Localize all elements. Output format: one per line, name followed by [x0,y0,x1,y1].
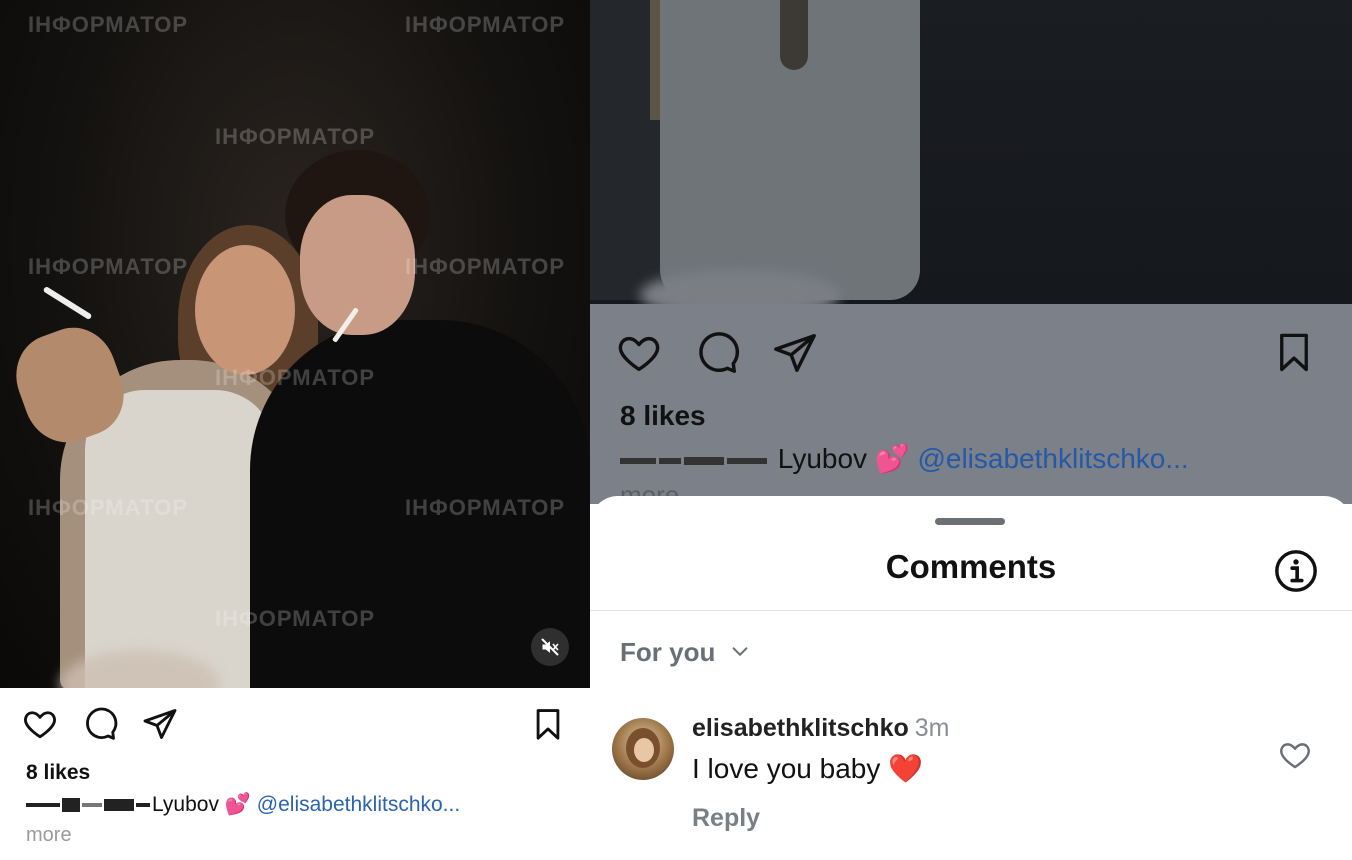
photo-figure [42,285,93,321]
share-button[interactable] [772,330,818,376]
watermark: ІНФОРМАТОР [405,254,566,279]
redacted-username [26,803,60,808]
comment-button[interactable] [82,706,118,742]
mute-button[interactable] [531,628,569,666]
heart-icon [24,711,56,739]
share-button[interactable] [142,706,178,742]
sort-label: For you [620,636,716,667]
save-button[interactable] [530,706,566,742]
caption-emoji: 💕 [224,793,251,816]
photo-figure [195,245,295,375]
comment-item: elisabethklitschko 3m I love you baby ❤️ … [612,714,1332,844]
photo-figure [780,0,808,70]
caption-mention-link[interactable]: @elisabethklitschko... [917,443,1188,474]
post-action-bar [616,330,1326,374]
comment-emoji: ❤️ [888,753,923,784]
paper-plane-icon [774,334,816,372]
avatar-figure [634,738,654,762]
caption-emoji: 💕 [874,443,910,474]
comment-timestamp: 3m [914,714,950,742]
post-photo [590,0,1352,304]
left-post-screenshot: ІНФОРМАТОР ІНФОРМАТОР ІНФОРМАТОР ІНФОРМА… [0,0,590,860]
watermark: ІНФОРМАТОР [215,124,376,149]
comment-body: I love you baby ❤️ [692,752,923,785]
comment-header: elisabethklitschko 3m [692,714,949,743]
redacted-username [62,798,80,813]
sort-dropdown[interactable]: For you [620,635,751,669]
caption-name: Lyubov [152,793,219,816]
comment-button[interactable] [694,330,740,376]
heart-icon [618,336,660,372]
bookmark-icon [536,709,560,740]
paper-plane-icon [143,709,177,739]
redacted-username [659,457,681,464]
like-button[interactable] [616,330,662,376]
like-button[interactable] [22,706,58,742]
watermark: ІНФОРМАТОР [405,12,566,37]
comment-username[interactable]: elisabethklitschko [692,714,909,742]
info-button[interactable] [1273,548,1319,594]
comment-bubble-icon [86,707,118,740]
speaker-muted-icon [541,638,559,656]
likes-count[interactable]: 8 likes [620,400,706,432]
watermark: ІНФОРМАТОР [215,606,376,631]
post-caption: Lyubov 💕 @elisabethklitschko... [620,442,1189,475]
avatar[interactable] [612,718,674,780]
watermark: ІНФОРМАТОР [215,365,376,390]
chevron-down-icon [732,647,748,656]
redacted-username [684,456,724,465]
redacted-username [620,457,656,464]
watermark: ІНФОРМАТОР [28,254,189,279]
redacted-username [727,457,767,464]
heart-icon [1280,743,1310,769]
divider [590,610,1352,611]
comment-like-button[interactable] [1278,738,1314,774]
right-comments-screenshot: 8 likes Lyubov 💕 @elisabethklitschko... … [590,0,1352,860]
reply-button[interactable]: Reply [692,804,760,833]
caption-more-link[interactable]: more [26,824,72,847]
comments-sheet: Comments For you elisabethklitschko 3m I … [590,496,1352,860]
redacted-username [136,803,150,808]
sheet-title: Comments [885,548,1057,585]
watermark: ІНФОРМАТОР [28,495,189,520]
comment-text: I love you baby [692,753,881,784]
info-icon [1275,550,1317,592]
sheet-drag-handle[interactable] [935,518,1005,525]
save-button[interactable] [1272,330,1316,374]
bookmark-icon [1280,333,1308,372]
caption-name: Lyubov [777,443,868,474]
post-photo[interactable]: ІНФОРМАТОР ІНФОРМАТОР ІНФОРМАТОР ІНФОРМА… [0,0,590,688]
redacted-username [82,803,102,808]
likes-count[interactable]: 8 likes [26,761,90,785]
caption-mention-link[interactable]: @elisabethklitschko... [257,793,460,816]
post-caption: Lyubov 💕 @elisabethklitschko... [26,793,460,817]
watermark: ІНФОРМАТОР [28,12,189,37]
watermark: ІНФОРМАТОР [405,495,566,520]
redacted-username [104,799,134,812]
photo-figure [300,195,415,335]
comment-bubble-icon [699,332,740,373]
post-action-bar [22,706,567,742]
photo-figure [85,390,275,688]
